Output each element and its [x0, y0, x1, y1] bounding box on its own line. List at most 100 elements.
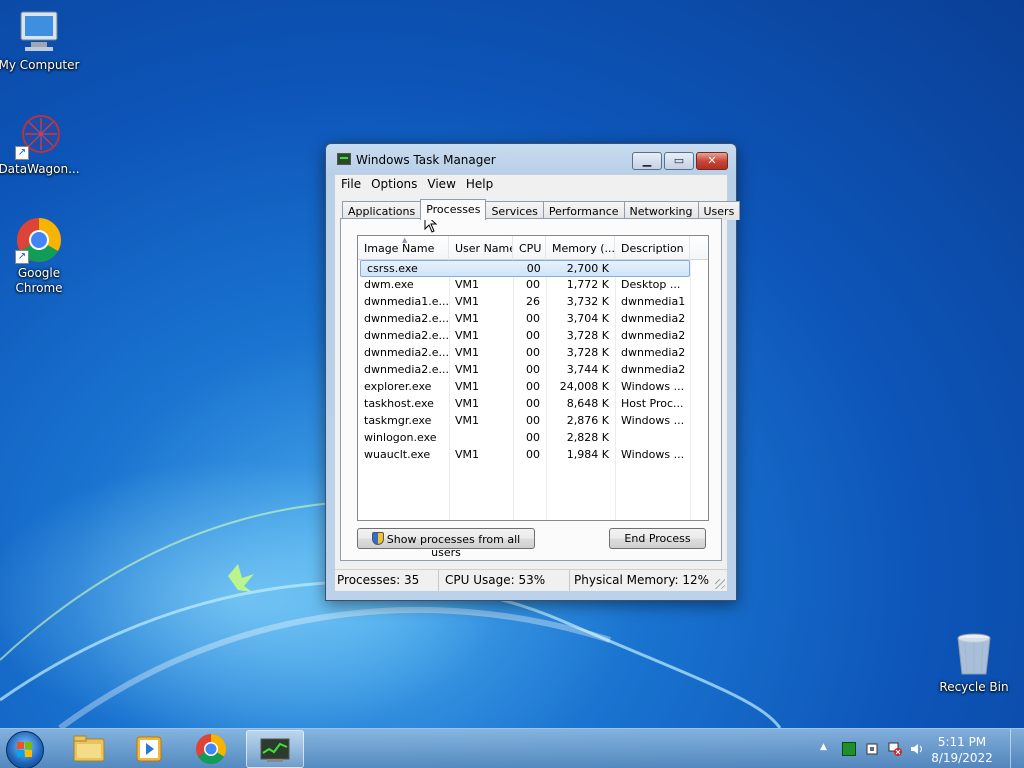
menu-view[interactable]: View: [427, 175, 462, 194]
process-cpu: 00: [526, 380, 540, 393]
column-header-memory[interactable]: Memory (...: [546, 236, 615, 260]
process-cpu: 00: [526, 278, 540, 291]
status-bar: Processes: 35 CPU Usage: 53% Physical Me…: [335, 569, 727, 591]
process-user-name: VM1: [455, 397, 480, 410]
process-image-name: dwm.exe: [364, 278, 414, 291]
network-disconnected-icon[interactable]: [888, 742, 902, 756]
recycle-bin-icon: [950, 630, 998, 678]
process-memory: 1,984 K: [566, 448, 609, 461]
taskbar-task-manager-button[interactable]: [246, 730, 304, 768]
process-image-name: dwnmedia2.e...: [364, 312, 449, 325]
task-manager-window: Windows Task Manager ▁ ▭ ✕ File Options …: [325, 143, 741, 601]
chrome-icon: ↗: [15, 216, 63, 264]
taskbar-media-player-button[interactable]: [120, 730, 178, 768]
show-all-users-button[interactable]: Show processes from all users: [357, 528, 535, 559]
process-user-name: VM1: [455, 329, 480, 342]
tray-app-icon[interactable]: [842, 742, 856, 756]
process-user-name: VM1: [455, 448, 480, 461]
uac-shield-icon: [371, 532, 384, 545]
process-image-name: dwnmedia2.e...: [364, 363, 449, 376]
process-image-name: taskhost.exe: [364, 397, 434, 410]
desktop-icon-datawagon[interactable]: ↗ DataWagon...: [0, 112, 81, 177]
clock[interactable]: 5:11 PM 8/19/2022: [930, 734, 994, 766]
process-user-name: VM1: [455, 346, 480, 359]
process-list-header: ▲ Image Name User Name CPU Memory (... D…: [358, 236, 708, 260]
column-header-description[interactable]: Description: [615, 236, 690, 260]
process-image-name: winlogon.exe: [364, 431, 437, 444]
process-memory: 3,728 K: [566, 346, 609, 359]
title-bar[interactable]: Windows Task Manager ▁ ▭ ✕: [326, 144, 736, 174]
maximize-icon: ▭: [673, 154, 685, 167]
process-memory: 1,772 K: [566, 278, 609, 291]
menu-options[interactable]: Options: [371, 175, 424, 194]
process-image-name: explorer.exe: [364, 380, 432, 393]
process-memory: 2,828 K: [566, 431, 609, 444]
computer-icon: [15, 8, 63, 56]
menu-help[interactable]: Help: [466, 175, 500, 194]
process-memory: 24,008 K: [559, 380, 609, 393]
minimize-icon: ▁: [642, 154, 652, 167]
process-user-name: VM1: [455, 414, 480, 427]
volume-icon[interactable]: [910, 742, 924, 756]
status-physical-memory: Physical Memory: 12%: [574, 573, 710, 587]
column-header-image-name[interactable]: ▲ Image Name: [358, 236, 449, 260]
process-description: dwnmedia2: [621, 346, 686, 359]
process-user-name: [451, 261, 514, 276]
end-process-button[interactable]: End Process: [609, 528, 706, 549]
taskbar-chrome-button[interactable]: [182, 730, 240, 768]
table-row[interactable]: dwm.exe VM1 00 1,772 K Desktop ...: [358, 277, 708, 294]
desktop-icon-google-chrome[interactable]: ↗ Google Chrome: [0, 216, 81, 296]
process-memory: 3,732 K: [566, 295, 609, 308]
start-button[interactable]: [6, 731, 44, 768]
menu-file[interactable]: File: [341, 175, 368, 194]
table-row[interactable]: wuauclt.exe VM1 00 1,984 K Windows ...: [358, 447, 708, 464]
table-row[interactable]: dwnmedia2.e... VM1 00 3,704 K dwnmedia2: [358, 311, 708, 328]
chrome-icon: [196, 734, 227, 765]
table-row[interactable]: dwnmedia2.e... VM1 00 3,728 K dwnmedia2: [358, 328, 708, 345]
tab-processes[interactable]: Processes: [420, 199, 487, 220]
process-cpu: 00: [526, 346, 540, 359]
process-image-name: dwnmedia2.e...: [364, 346, 449, 359]
process-description: dwnmedia2: [621, 312, 686, 325]
table-row[interactable]: dwnmedia2.e... VM1 00 3,744 K dwnmedia2: [358, 362, 708, 379]
column-header-user-name[interactable]: User Name: [449, 236, 513, 260]
maximize-button[interactable]: ▭: [664, 152, 694, 170]
process-cpu: 00: [526, 363, 540, 376]
table-row[interactable]: dwnmedia1.e... VM1 26 3,732 K dwnmedia1: [358, 294, 708, 311]
process-memory: 3,704 K: [566, 312, 609, 325]
process-cpu: 00: [526, 448, 540, 461]
desktop-icon-label: DataWagon...: [0, 162, 80, 176]
resize-grip[interactable]: [715, 579, 725, 589]
close-button[interactable]: ✕: [696, 152, 728, 170]
desktop-icon-my-computer[interactable]: My Computer: [0, 8, 81, 73]
taskbar-explorer-button[interactable]: [60, 730, 118, 768]
table-row[interactable]: csrss.exe 00 2,700 K: [360, 260, 690, 277]
table-row[interactable]: explorer.exe VM1 00 24,008 K Windows ...: [358, 379, 708, 396]
menu-bar: File Options View Help: [334, 174, 728, 194]
minimize-button[interactable]: ▁: [632, 152, 662, 170]
table-row[interactable]: dwnmedia2.e... VM1 00 3,728 K dwnmedia2: [358, 345, 708, 362]
action-center-icon[interactable]: [866, 742, 880, 756]
table-row[interactable]: taskmgr.exe VM1 00 2,876 K Windows ...: [358, 413, 708, 430]
status-processes: Processes: 35: [335, 570, 439, 591]
process-description: dwnmedia2: [621, 363, 686, 376]
process-memory: 8,648 K: [566, 397, 609, 410]
process-image-name: wuauclt.exe: [364, 448, 431, 461]
process-user-name: [449, 430, 513, 447]
task-manager-icon: [260, 738, 290, 762]
show-hidden-icons-icon[interactable]: ▲: [820, 742, 834, 756]
show-desktop-button[interactable]: [1010, 729, 1024, 768]
tab-strip: Applications Processes Services Performa…: [342, 199, 741, 220]
column-header-cpu[interactable]: CPU: [513, 236, 546, 260]
media-player-icon: [136, 736, 162, 762]
clock-time: 5:11 PM: [937, 735, 987, 749]
desktop-icon-label: My Computer: [0, 58, 80, 72]
desktop-icon-recycle-bin[interactable]: Recycle Bin: [932, 630, 1016, 695]
process-user-name: VM1: [455, 363, 480, 376]
process-cpu: 26: [526, 295, 540, 308]
clock-date: 8/19/2022: [931, 751, 993, 765]
table-row[interactable]: winlogon.exe 00 2,828 K: [358, 430, 708, 447]
table-row[interactable]: taskhost.exe VM1 00 8,648 K Host Proc...: [358, 396, 708, 413]
process-list[interactable]: ▲ Image Name User Name CPU Memory (... D…: [357, 235, 709, 521]
process-user-name: VM1: [455, 380, 480, 393]
